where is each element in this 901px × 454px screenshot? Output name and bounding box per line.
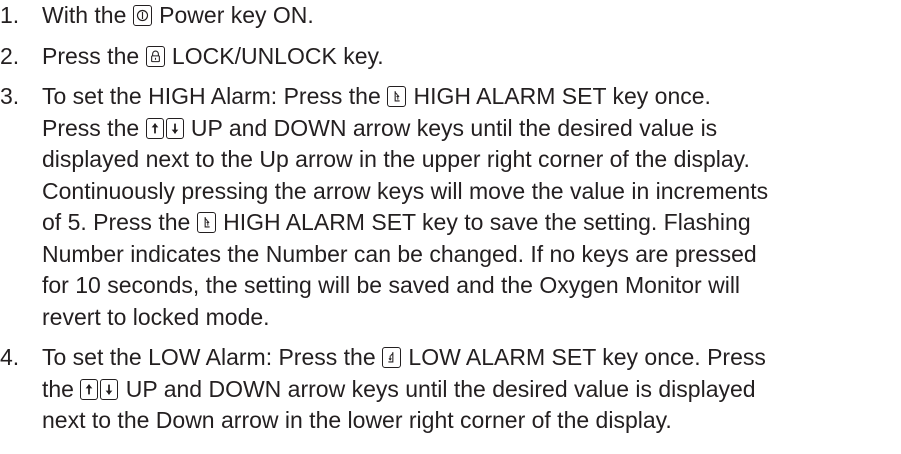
up-arrow-key-icon [145, 117, 164, 139]
step-text: Press the [42, 42, 140, 69]
step-text: next to the Down arrow in the lower righ… [42, 407, 672, 433]
step-text: revert to locked mode. [42, 303, 270, 330]
instruction-step-2: 2. Press the LOCK/UNLOCK key. [0, 41, 901, 73]
step-text: UP and DOWN arrow keys until the desired… [119, 375, 756, 402]
high-alarm-set-key-icon [196, 212, 216, 233]
step-text: Power key ON. [152, 2, 314, 28]
instruction-list: 1. With the Power key ON. 2. Press the L… [0, 0, 901, 446]
step-text: HIGH ALARM SET key once. [407, 83, 711, 109]
instruction-step-4: 4. To set the LOW Alarm: Press the LOW A… [0, 342, 901, 437]
step-text: for 10 seconds, the setting will be save… [42, 272, 741, 298]
step-text: the [42, 375, 74, 402]
step-number: 3. [0, 83, 20, 109]
down-arrow-key-icon [100, 378, 119, 400]
step-text: of 5. Press the [42, 209, 191, 235]
low-alarm-set-key-icon [382, 347, 402, 368]
up-down-arrow-keys-icon [80, 378, 119, 400]
step-text: UP and DOWN arrow keys until the desired… [184, 114, 718, 141]
step-text: To set the HIGH Alarm: Press the [42, 83, 381, 109]
step-text: LOW ALARM SET key once. Press [402, 344, 766, 370]
step-text: To set the LOW Alarm: Press the [42, 344, 376, 370]
step-number: 1. [0, 2, 20, 28]
high-alarm-set-key-icon [387, 86, 407, 107]
step-text: With the [42, 2, 127, 28]
instruction-step-3: 3. To set the HIGH Alarm: Press the HIGH… [0, 81, 901, 333]
step-text: Continuously pressing the arrow keys wil… [42, 177, 769, 204]
step-text: Press the [42, 114, 140, 141]
step-text: Number indicates the Number can be chang… [42, 240, 757, 267]
down-arrow-key-icon [165, 117, 184, 139]
up-down-arrow-keys-icon [145, 117, 184, 139]
step-text: displayed next to the Up arrow in the up… [42, 146, 750, 172]
step-number: 4. [0, 344, 20, 370]
power-key-icon [132, 5, 152, 26]
instruction-step-1: 1. With the Power key ON. [0, 0, 901, 32]
step-text: LOCK/UNLOCK key. [165, 42, 384, 69]
up-arrow-key-icon [80, 378, 99, 400]
step-number: 2. [0, 42, 20, 69]
lock-key-icon [145, 45, 165, 67]
step-text: HIGH ALARM SET key to save the setting. … [216, 209, 751, 235]
